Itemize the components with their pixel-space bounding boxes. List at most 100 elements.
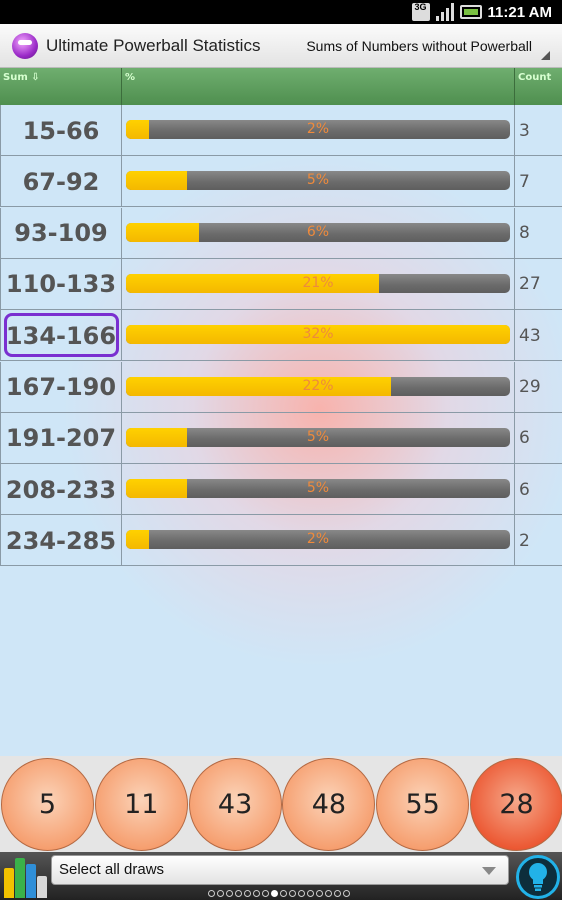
lightbulb-icon[interactable] (516, 855, 560, 899)
count-cell: 7 (519, 171, 530, 192)
percent-cell: 5% (122, 412, 515, 464)
sum-range-cell[interactable]: 67-92 (0, 156, 122, 208)
sum-range-cell[interactable]: 93-109 (0, 207, 122, 259)
sum-range-cell[interactable]: 110-133 (0, 258, 122, 310)
percent-label: 5% (306, 480, 330, 497)
table-header: Sum ⇩ % Count (0, 68, 562, 105)
app-icon (12, 32, 38, 59)
ball[interactable]: 48 (282, 758, 376, 851)
draws-select-label: Select all draws (59, 861, 165, 878)
percent-bar: 5% (126, 479, 510, 499)
page-dot (262, 890, 269, 897)
status-bar: 3G 11:21 AM (0, 0, 562, 24)
sum-range: 15-66 (22, 116, 100, 145)
table-row[interactable]: 93-109 6% 8 (0, 207, 562, 259)
percent-label: 32% (302, 326, 334, 343)
table-row[interactable]: 15-66 2% 3 (0, 105, 562, 156)
percent-bar: 5% (126, 427, 510, 447)
title-bar: Ultimate Powerball Statistics Sums of Nu… (0, 24, 562, 68)
table-row[interactable]: 134-166 32% 43 (0, 310, 562, 362)
page-dot (271, 890, 278, 897)
sum-range-cell[interactable]: 167-190 (0, 361, 122, 413)
battery-icon (459, 5, 482, 19)
percent-label: 21% (302, 274, 334, 291)
sum-range: 110-133 (5, 270, 117, 299)
ball[interactable]: 55 (376, 758, 470, 851)
signal-icon (435, 3, 454, 21)
page-dot (343, 890, 350, 897)
page-dot (235, 890, 242, 897)
percent-cell: 22% (122, 361, 515, 413)
mode-spinner-label: Sums of Numbers without Powerball (306, 37, 532, 54)
sum-range-cell[interactable]: 234-285 (0, 515, 122, 567)
sum-range: 234-285 (5, 526, 117, 555)
percent-bar: 32% (126, 325, 510, 345)
page-dot (226, 890, 233, 897)
percent-bar: 2% (126, 530, 510, 550)
percent-cell: 21% (122, 258, 515, 310)
sum-range-cell[interactable]: 15-66 (0, 105, 122, 156)
powerball[interactable]: 28 (470, 758, 562, 851)
draws-select[interactable]: Select all draws (51, 855, 509, 885)
app-title: Ultimate Powerball Statistics (46, 35, 261, 55)
percent-label: 5% (306, 428, 330, 445)
sum-range-cell[interactable]: 208-233 (0, 464, 122, 516)
count-cell: 6 (519, 479, 530, 500)
table-row[interactable]: 208-233 5% 6 (0, 464, 562, 516)
header-sum[interactable]: Sum ⇩ (0, 68, 122, 105)
table-row[interactable]: 110-133 21% 27 (0, 258, 562, 310)
bar-chart-icon[interactable] (0, 854, 48, 900)
drawn-balls: 5 11 43 48 55 28 (0, 756, 562, 852)
mode-spinner[interactable]: Sums of Numbers without Powerball (306, 24, 550, 68)
table-row[interactable]: 67-92 5% 7 (0, 156, 562, 208)
header-percent[interactable]: % (122, 68, 515, 105)
page-dot (289, 890, 296, 897)
ball[interactable]: 43 (188, 758, 282, 851)
sum-range: 67-92 (22, 167, 100, 196)
percent-cell: 2% (122, 105, 515, 156)
percent-label: 2% (306, 531, 330, 548)
ball[interactable]: 11 (94, 758, 188, 851)
sum-range: 191-207 (5, 424, 117, 453)
page-dot (334, 890, 341, 897)
count-cell: 2 (519, 530, 530, 551)
count-cell: 27 (519, 274, 541, 295)
table-row[interactable]: 234-285 2% 2 (0, 515, 562, 567)
page-dot (217, 890, 224, 897)
sum-range: 134-166 (5, 321, 117, 350)
percent-bar: 21% (126, 273, 510, 293)
dropdown-arrow-icon (482, 867, 496, 875)
percent-cell: 5% (122, 156, 515, 208)
percent-label: 2% (306, 121, 330, 137)
sum-range-cell[interactable]: 134-166 (0, 310, 122, 362)
percent-bar: 2% (126, 120, 510, 139)
page-dot (316, 890, 323, 897)
percent-label: 5% (306, 172, 330, 189)
percent-bar: 22% (126, 376, 510, 396)
3g-icon: 3G (411, 3, 430, 21)
page-dot (298, 890, 305, 897)
ball[interactable]: 5 (1, 758, 94, 851)
percent-label: 22% (302, 377, 334, 394)
table-row[interactable]: 191-207 5% 6 (0, 412, 562, 464)
count-cell: 3 (519, 120, 530, 141)
page-dot (244, 890, 251, 897)
sum-range-cell[interactable]: 191-207 (0, 412, 122, 464)
table-row[interactable]: 167-190 22% 29 (0, 361, 562, 413)
percent-cell: 5% (122, 464, 515, 516)
percent-cell: 2% (122, 515, 515, 567)
page-dot (325, 890, 332, 897)
percent-bar: 5% (126, 171, 510, 191)
page-dot (208, 890, 215, 897)
clock: 11:21 AM (487, 3, 552, 21)
sum-range: 93-109 (14, 219, 108, 248)
percent-bar: 6% (126, 222, 510, 242)
header-count[interactable]: Count (515, 68, 562, 105)
count-cell: 8 (519, 223, 530, 244)
stats-table: Sum ⇩ % Count 15-66 2% 3 67-92 5% 7 93-109 6% 8 1… (0, 68, 562, 568)
sum-range: 208-233 (5, 475, 117, 504)
percent-cell: 32% (122, 310, 515, 362)
percent-cell: 6% (122, 207, 515, 259)
sum-range: 167-190 (5, 373, 117, 401)
count-cell: 6 (519, 428, 530, 449)
